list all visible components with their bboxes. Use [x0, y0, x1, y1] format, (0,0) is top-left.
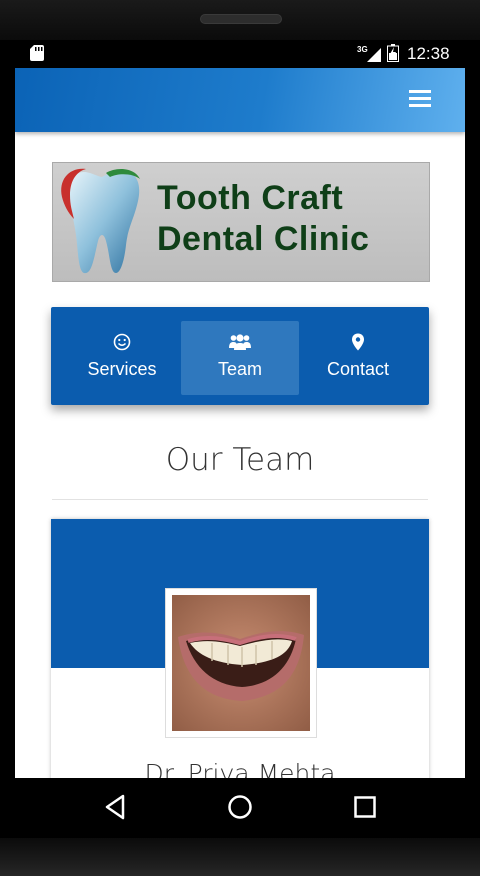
status-clock: 12:38	[407, 44, 450, 63]
system-nav-bar	[0, 778, 480, 838]
nav-item-contact[interactable]: Contact	[299, 321, 417, 395]
map-pin-icon	[352, 333, 364, 351]
nav-item-team[interactable]: Team	[181, 321, 299, 395]
nav-label-team: Team	[217, 359, 262, 379]
battery-icon	[387, 44, 399, 62]
app-bar	[15, 68, 465, 132]
back-icon[interactable]	[104, 794, 126, 820]
section-nav-bar: Services Team Contact	[51, 307, 429, 405]
section-title: Our Team	[165, 442, 315, 478]
signal-icon: 3G	[357, 45, 381, 62]
logo-text-line-1: Tooth Craft	[157, 179, 344, 217]
nav-label-contact: Contact	[326, 359, 390, 379]
smile-icon	[113, 333, 131, 351]
home-icon[interactable]	[227, 794, 253, 820]
status-bar: 3G 12:38	[15, 40, 465, 68]
device-top-bezel	[0, 0, 480, 40]
member-photo-frame	[165, 588, 317, 738]
team-member-card: Dr. Priya Mehta	[51, 519, 429, 778]
sd-card-icon	[30, 45, 44, 61]
app-screen: Tooth Craft Dental Clinic Services Team	[15, 68, 465, 778]
tooth-icon	[61, 168, 140, 274]
network-type: 3G	[357, 45, 368, 54]
users-icon	[229, 334, 251, 350]
device-bottom-bezel	[0, 838, 480, 876]
clinic-logo-banner: Tooth Craft Dental Clinic	[52, 162, 430, 282]
nav-item-services[interactable]: Services	[63, 321, 181, 395]
section-divider	[52, 499, 428, 500]
member-photo	[172, 595, 310, 731]
hamburger-menu-icon[interactable]	[409, 88, 433, 110]
logo-text-line-2: Dental Clinic	[157, 220, 370, 258]
nav-label-services: Services	[87, 359, 157, 379]
earpiece-speaker	[200, 14, 282, 24]
member-name: Dr. Priya Mehta	[144, 759, 336, 778]
recents-icon[interactable]	[353, 794, 377, 820]
